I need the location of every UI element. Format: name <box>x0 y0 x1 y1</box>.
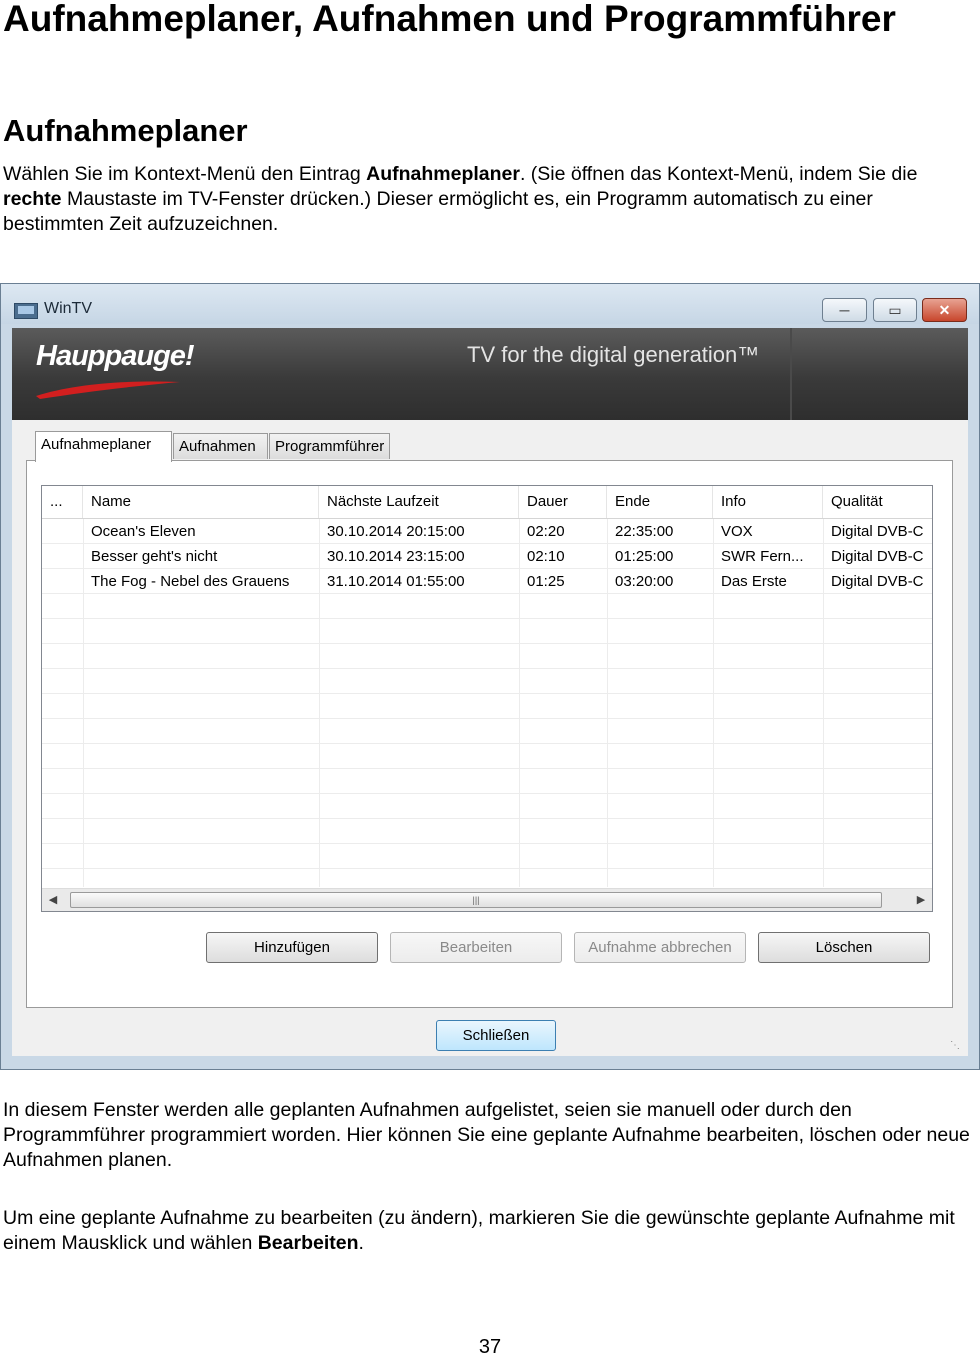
minimize-icon: ─ <box>839 302 850 318</box>
column-header-name[interactable]: Name <box>83 486 319 518</box>
tab-programmfuehrer[interactable]: Programmführer <box>269 433 390 459</box>
table-cell <box>42 519 83 544</box>
section-heading: Aufnahmeplaner <box>3 113 248 148</box>
intro-bold-aufnahmeplaner: Aufnahmeplaner <box>366 163 520 185</box>
tab-aufnahmeplaner[interactable]: Aufnahmeplaner <box>35 431 172 462</box>
edit-bold-bearbeiten: Bearbeiten <box>257 1232 359 1254</box>
list-header: ... Name Nächste Laufzeit Dauer Ende Inf… <box>42 486 932 519</box>
table-cell: 01:25:00 <box>615 548 674 565</box>
table-cell <box>42 569 83 594</box>
table-row[interactable] <box>42 744 932 769</box>
page-title: Aufnahmeplaner, Aufnahmen und Programmfü… <box>3 0 896 39</box>
wintv-window: WinTV ─ ▭ ✕ Hauppauge! TV for the digita… <box>0 283 980 1070</box>
table-cell: 01:25 <box>527 573 565 590</box>
list-body: Ocean's Eleven 30.10.2014 20:15:00 02:20 22… <box>42 519 932 887</box>
horizontal-scrollbar[interactable]: ◀ ||| ▶ <box>42 888 932 911</box>
column-header-info[interactable]: Info <box>713 486 823 518</box>
close-dialog-button[interactable]: Schließen <box>436 1020 556 1051</box>
maximize-icon: ▭ <box>888 301 902 318</box>
window-title: WinTV <box>44 300 92 317</box>
table-cell <box>42 544 83 569</box>
table-cell: SWR Fern... <box>721 548 804 565</box>
close-button[interactable]: ✕ <box>922 298 967 322</box>
resize-grip-icon[interactable]: ⋱ <box>950 1040 962 1052</box>
page-number: 37 <box>478 1336 502 1358</box>
cancel-recording-button[interactable]: Aufnahme abbrechen <box>574 932 746 963</box>
logo-swoosh-icon <box>36 381 180 399</box>
table-cell: Digital DVB-C <box>831 548 924 565</box>
edit-text-1: Um eine geplante Aufnahme zu bearbeiten … <box>3 1207 955 1254</box>
table-cell: VOX <box>721 523 753 540</box>
table-row[interactable] <box>42 594 932 619</box>
scrollbar-thumb[interactable]: ||| <box>70 892 882 908</box>
brand-tagline: TV for the digital generation™ <box>467 342 760 367</box>
table-cell: 02:10 <box>527 548 565 565</box>
table-row[interactable] <box>42 669 932 694</box>
brand-banner: Hauppauge! TV for the digital generation… <box>12 328 968 420</box>
add-button[interactable]: Hinzufügen <box>206 932 378 963</box>
table-row[interactable]: Ocean's Eleven 30.10.2014 20:15:00 02:20 22… <box>42 519 932 544</box>
maximize-button[interactable]: ▭ <box>873 298 917 322</box>
intro-bold-rechte: rechte <box>3 188 62 210</box>
intro-text-2: . (Sie öffnen das Kontext-Menü, indem Si… <box>519 163 918 185</box>
table-cell: 02:20 <box>527 523 565 540</box>
recordings-list[interactable]: ... Name Nächste Laufzeit Dauer Ende Inf… <box>41 485 933 912</box>
table-row[interactable] <box>42 794 932 819</box>
window-titlebar[interactable]: WinTV ─ ▭ ✕ <box>1 284 979 324</box>
table-cell: Besser geht's nicht <box>91 548 218 565</box>
banner-divider <box>790 328 792 420</box>
column-header-more[interactable]: ... <box>42 486 83 518</box>
table-cell: Digital DVB-C <box>831 523 924 540</box>
intro-paragraph: Wählen Sie im Kontext-Menü den Eintrag A… <box>3 162 973 237</box>
edit-text-2: . <box>358 1232 364 1254</box>
table-row[interactable] <box>42 644 932 669</box>
edit-button[interactable]: Bearbeiten <box>390 932 562 963</box>
column-header-duration[interactable]: Dauer <box>519 486 607 518</box>
column-header-next-run[interactable]: Nächste Laufzeit <box>319 486 519 518</box>
table-row[interactable] <box>42 844 932 869</box>
scroll-left-icon[interactable]: ◀ <box>42 889 64 911</box>
minimize-button[interactable]: ─ <box>822 298 867 322</box>
edit-instructions-paragraph: Um eine geplante Aufnahme zu bearbeiten … <box>3 1206 973 1256</box>
column-header-end[interactable]: Ende <box>607 486 713 518</box>
description-paragraph: In diesem Fenster werden alle geplanten … <box>3 1099 970 1171</box>
table-row[interactable] <box>42 719 932 744</box>
tab-panel: ... Name Nächste Laufzeit Dauer Ende Inf… <box>26 460 953 1008</box>
table-cell: 30.10.2014 20:15:00 <box>327 523 465 540</box>
table-row[interactable]: Besser geht's nicht 30.10.2014 23:15:00 02… <box>42 544 932 569</box>
table-cell: Digital DVB-C <box>831 573 924 590</box>
table-cell: 22:35:00 <box>615 523 674 540</box>
tv-icon <box>14 303 38 319</box>
table-cell: 31.10.2014 01:55:00 <box>327 573 465 590</box>
table-cell: 30.10.2014 23:15:00 <box>327 548 465 565</box>
delete-button[interactable]: Löschen <box>758 932 930 963</box>
scheduler-dialog: Aufnahmeplaner Aufnahmen Programmführer … <box>12 420 968 1056</box>
table-row[interactable] <box>42 819 932 844</box>
table-cell: Das Erste <box>721 573 787 590</box>
table-row[interactable] <box>42 769 932 794</box>
scroll-right-icon[interactable]: ▶ <box>910 889 932 911</box>
table-cell: 03:20:00 <box>615 573 674 590</box>
table-cell: The Fog - Nebel des Grauens <box>91 573 290 590</box>
table-row[interactable] <box>42 694 932 719</box>
table-row[interactable] <box>42 619 932 644</box>
close-icon: ✕ <box>938 301 951 318</box>
tab-aufnahmen[interactable]: Aufnahmen <box>173 433 268 459</box>
intro-text-3: Maustaste im TV-Fenster drücken.) Dieser… <box>3 188 873 235</box>
hauppauge-logo: Hauppauge! <box>36 340 195 372</box>
column-header-quality[interactable]: Qualität <box>823 486 932 518</box>
table-cell: Ocean's Eleven <box>91 523 196 540</box>
intro-text-1: Wählen Sie im Kontext-Menü den Eintrag <box>3 163 367 185</box>
table-row[interactable]: The Fog - Nebel des Grauens 31.10.2014 01… <box>42 569 932 594</box>
